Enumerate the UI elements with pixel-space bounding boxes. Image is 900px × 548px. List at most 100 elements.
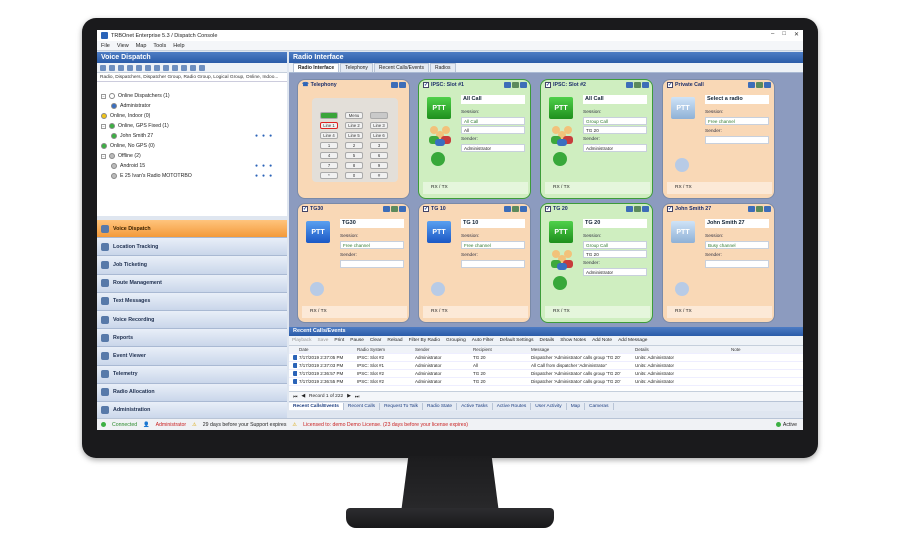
events-toolbar-button[interactable]: Save <box>317 338 328 343</box>
column-header[interactable]: Message <box>529 347 633 352</box>
events-toolbar-button[interactable]: Clear <box>370 338 381 343</box>
events-toolbar-button[interactable]: Reload <box>387 338 402 343</box>
card-select-checkbox[interactable]: ✓ <box>545 206 551 212</box>
card-select-checkbox[interactable]: ✓ <box>545 82 551 88</box>
events-toolbar-button[interactable]: Pause <box>350 338 364 343</box>
message-icon[interactable]: ● <box>262 173 265 179</box>
column-header[interactable]: Radio System <box>355 347 413 352</box>
nav-text-messages[interactable]: Text Messages <box>97 292 287 311</box>
prev-record-button[interactable]: ◀ <box>301 394 305 399</box>
emergency-button[interactable] <box>553 152 567 166</box>
bottom-tab[interactable]: Request To Talk <box>380 403 424 410</box>
keypad-key[interactable]: 2 <box>345 142 363 149</box>
keypad-key[interactable]: 4 <box>320 152 338 159</box>
events-toolbar-button[interactable]: Add Message <box>618 338 647 343</box>
card-mute-button[interactable] <box>634 82 641 88</box>
column-header[interactable]: Note <box>729 347 793 352</box>
tree-item[interactable]: − Online, GPS Fixed (1) <box>97 121 287 131</box>
tree-item[interactable]: Android 15 ● ● ● <box>97 161 287 171</box>
talkgroup-select[interactable]: John Smith 27 <box>705 219 769 228</box>
menu-tools[interactable]: Tools <box>153 43 166 49</box>
bottom-tab[interactable]: Map <box>567 403 586 410</box>
nav-radio-allocation[interactable]: Radio Allocation <box>97 383 287 402</box>
events-toolbar-button[interactable]: Default Settings <box>500 338 534 343</box>
keypad-key[interactable]: 0 <box>345 172 363 179</box>
events-toolbar-button[interactable]: Filter By Radio <box>409 338 440 343</box>
keypad-key[interactable]: 3 <box>370 142 388 149</box>
ptt-button[interactable]: PTT <box>427 97 451 119</box>
info-icon[interactable]: ● <box>269 163 272 169</box>
menu-help[interactable]: Help <box>173 43 184 49</box>
toolbar-icon[interactable] <box>181 64 187 71</box>
bottom-tab[interactable]: User Activity <box>531 403 567 410</box>
card-close-button[interactable] <box>764 206 771 212</box>
info-icon[interactable]: ● <box>269 133 272 139</box>
minimize-button[interactable]: – <box>771 31 774 38</box>
message-icon[interactable]: ● <box>262 163 265 169</box>
card-settings-button[interactable] <box>383 206 390 212</box>
talkgroup-select[interactable]: TG30 <box>340 219 404 228</box>
keypad-key[interactable]: 6 <box>370 152 388 159</box>
bottom-tab[interactable]: Active Tasks <box>457 403 493 410</box>
maximize-button[interactable]: □ <box>782 31 786 38</box>
expand-toggle-icon[interactable]: − <box>101 123 106 129</box>
card-close-button[interactable] <box>520 206 527 212</box>
keypad-key[interactable]: * <box>320 172 338 179</box>
table-row[interactable]: 7/17/2019 2:37:03 PM IPSC: Slot #1 Adminis… <box>289 362 803 370</box>
talkgroup-select[interactable]: All Call <box>583 95 647 104</box>
events-toolbar-button[interactable]: Grouping <box>446 338 466 343</box>
card-mute-button[interactable] <box>634 206 641 212</box>
card-select-checkbox[interactable]: ✓ <box>667 82 673 88</box>
table-row[interactable]: 7/17/2019 2:36:57 PM IPSC: Slot #2 Adminis… <box>289 370 803 378</box>
ptt-button[interactable]: PTT <box>427 221 451 243</box>
emergency-button[interactable] <box>675 158 689 172</box>
toolbar-icon[interactable] <box>199 64 205 71</box>
ptt-button[interactable]: PTT <box>549 221 573 243</box>
keypad-key[interactable]: Line 2 <box>345 122 363 129</box>
column-header[interactable]: Details <box>633 347 729 352</box>
card-close-button[interactable] <box>399 206 406 212</box>
keypad-key[interactable]: 7 <box>320 162 338 169</box>
table-row[interactable]: 7/17/2019 2:37:05 PM IPSC: Slot #2 Adminis… <box>289 354 803 362</box>
tab-radios[interactable]: Radios <box>429 63 456 72</box>
emergency-button[interactable] <box>553 276 567 290</box>
events-toolbar-button[interactable]: Playback <box>292 338 311 343</box>
nav-job-ticketing[interactable]: Job Ticketing <box>97 256 287 275</box>
keypad-key[interactable] <box>320 112 338 119</box>
toolbar-icon[interactable] <box>145 64 151 71</box>
tree-filter[interactable]: Radio, Dispatchers, Dispatcher Group, Ra… <box>97 73 287 82</box>
column-header[interactable]: Date <box>297 347 355 352</box>
tree-item[interactable]: John Smith 27 ● ● ● <box>97 131 287 141</box>
expand-toggle-icon[interactable]: − <box>101 153 106 159</box>
emergency-button[interactable] <box>310 282 324 296</box>
keypad-key[interactable]: Line 5 <box>345 132 363 139</box>
column-header[interactable]: Recipient <box>471 347 529 352</box>
message-icon[interactable]: ● <box>262 133 265 139</box>
tree-item[interactable]: Administrator <box>97 101 287 111</box>
menu-map[interactable]: Map <box>136 43 147 49</box>
bottom-tab[interactable]: Cameras <box>585 403 614 410</box>
keypad-key[interactable]: 8 <box>345 162 363 169</box>
active-status[interactable]: Active <box>775 422 797 428</box>
keypad-key[interactable]: # <box>370 172 388 179</box>
keypad-key[interactable]: 1 <box>320 142 338 149</box>
card-mute-button[interactable] <box>512 82 519 88</box>
toolbar-icon[interactable] <box>154 64 160 71</box>
card-settings-button[interactable] <box>626 82 633 88</box>
toolbar-icon[interactable] <box>109 64 115 71</box>
toolbar-icon[interactable] <box>100 64 106 71</box>
events-toolbar-button[interactable]: Add Note <box>592 338 612 343</box>
toolbar-icon[interactable] <box>190 64 196 71</box>
card-select-checkbox[interactable]: ✓ <box>423 82 429 88</box>
tree-item[interactable]: − Offline (2) <box>97 151 287 161</box>
events-toolbar-button[interactable]: Auto Filter <box>472 338 494 343</box>
card-settings-button[interactable] <box>504 206 511 212</box>
tree-item[interactable]: Online, Indoor (0) <box>97 111 287 121</box>
toolbar-icon[interactable] <box>118 64 124 71</box>
first-record-button[interactable]: ⏮ <box>293 394 297 400</box>
keypad-key[interactable]: Line 1 <box>320 122 338 129</box>
tree-item[interactable]: Online, No GPS (0) <box>97 141 287 151</box>
keypad-key[interactable]: 9 <box>370 162 388 169</box>
call-icon[interactable]: ● <box>255 163 258 169</box>
events-toolbar-button[interactable]: Print <box>334 338 344 343</box>
